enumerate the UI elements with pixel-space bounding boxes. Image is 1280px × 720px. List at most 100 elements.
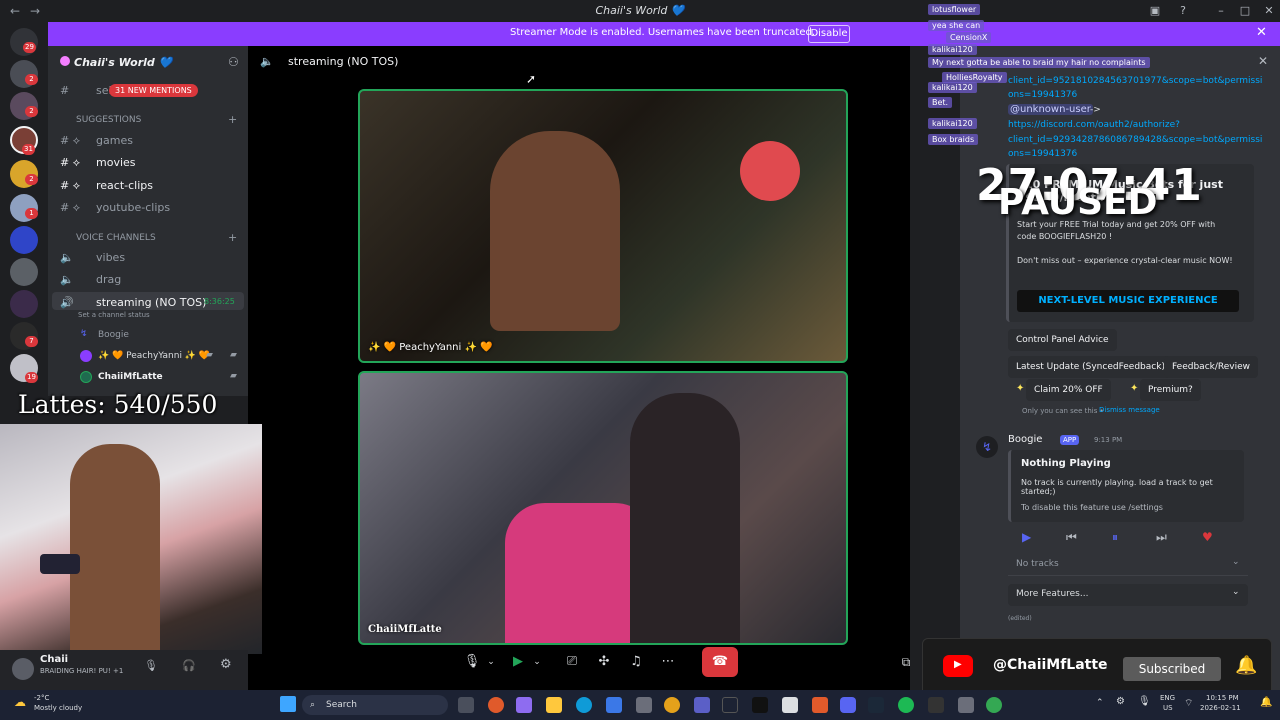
chrome-icon[interactable] (986, 697, 1002, 713)
app-icon[interactable] (928, 697, 944, 713)
app-icon[interactable] (606, 697, 622, 713)
video-tile-peachyyanni[interactable]: ✨ 🧡 PeachyYanni ✨ 🧡 (358, 89, 848, 363)
chevron-down-icon[interactable]: ⌄ (484, 650, 498, 674)
windows-start-icon[interactable] (280, 696, 296, 712)
app-icon[interactable] (516, 697, 532, 713)
share-screen-icon[interactable]: ⎚ (562, 650, 582, 674)
weather-icon[interactable]: ☁ (14, 695, 26, 709)
chrome-icon[interactable] (664, 697, 680, 713)
user-avatar[interactable] (12, 658, 34, 680)
close-window-icon[interactable]: ✕ (1258, 2, 1280, 20)
task-view-icon[interactable] (458, 697, 474, 713)
channel-youtube-clips[interactable]: youtube-clips (96, 201, 170, 214)
activities-icon[interactable]: ✣ (594, 650, 614, 674)
channel-games[interactable]: games (96, 134, 133, 147)
notification-bell-icon[interactable]: 🔔 (1260, 697, 1272, 708)
previous-icon[interactable]: ⏮ (1066, 530, 1077, 545)
taskbar-date: 2026-02-11 (1200, 704, 1241, 712)
now-playing-body: No track is currently playing. load a tr… (1021, 478, 1213, 496)
forward-arrow-icon[interactable]: → (30, 4, 40, 18)
youtube-logo-icon: ▶ (943, 655, 973, 677)
add-channel-icon[interactable]: + (228, 231, 237, 244)
capcut-icon[interactable] (722, 697, 738, 713)
dismiss-message-link[interactable]: Dismiss message (1099, 406, 1160, 414)
voice-vibes[interactable]: vibes (96, 251, 125, 264)
track-select[interactable]: No tracks ⌄ (1008, 554, 1248, 576)
tray-mic-icon[interactable]: 🎙 (1138, 696, 1151, 707)
oauth-link[interactable]: ons=19941376 (1008, 149, 1077, 159)
wifi-icon[interactable]: ⌔ (1184, 697, 1193, 710)
voice-streaming[interactable]: streaming (NO TOS) (96, 296, 206, 309)
taskbar-time[interactable]: 10:15 PM (1206, 694, 1239, 702)
member-peachyyanni[interactable]: ✨ 🧡 PeachyYanni ✨ 🧡 (98, 351, 210, 361)
more-options-icon[interactable]: ⋯ (658, 650, 678, 674)
popout-icon[interactable]: ⧉ (896, 650, 916, 674)
chat-line: lotusflower (928, 4, 981, 15)
tray-chevron-icon[interactable]: ⌃ (1096, 698, 1104, 708)
search-label: Search (326, 700, 357, 710)
claim-discount-button[interactable]: Claim 20% OFF (1026, 379, 1111, 401)
server-icon[interactable] (10, 226, 38, 254)
server-icon[interactable] (10, 290, 38, 318)
close-panel-icon[interactable]: ✕ (1258, 54, 1268, 68)
microphone-icon[interactable]: 🎙 (462, 650, 482, 674)
bot-name[interactable]: Boogie (1008, 434, 1042, 445)
language-code[interactable]: ENG (1160, 694, 1175, 702)
stream-chat-overlay: lotusflower yea she can CensionX kalikai… (926, 4, 1166, 145)
help-icon[interactable]: ? (1172, 2, 1194, 20)
new-mentions-pill[interactable]: 31 NEW MENTIONS (109, 84, 198, 97)
app-icon[interactable] (812, 697, 828, 713)
channel-movies[interactable]: movies (96, 156, 136, 169)
deafen-icon[interactable]: 🎧 (182, 659, 196, 672)
video-tile-chaiimflatte[interactable]: ChaiiMfLatte (358, 371, 848, 645)
chevron-down-icon: ⌄ (1232, 587, 1240, 597)
soundboard-icon[interactable]: ♫ (626, 650, 646, 674)
back-arrow-icon[interactable]: ← (10, 4, 20, 18)
mute-icon[interactable]: 🎙 (144, 659, 158, 672)
guild-name[interactable]: Chaii's World 💙 (74, 56, 172, 69)
voice-drag[interactable]: drag (96, 273, 121, 286)
feedback-review-button[interactable]: Feedback/Review (1164, 356, 1259, 378)
app-icon[interactable] (782, 697, 798, 713)
camera-icon[interactable]: ▶ (508, 650, 528, 674)
tray-app-icon[interactable]: ⚙ (1116, 696, 1125, 707)
pause-icon[interactable]: ⏸ (1112, 530, 1118, 545)
spotify-icon[interactable] (898, 697, 914, 713)
app-icon[interactable] (636, 697, 652, 713)
minimize-icon[interactable]: – (1210, 2, 1232, 20)
banner-close-icon[interactable]: ✕ (1256, 25, 1267, 40)
category-voice[interactable]: VOICE CHANNELS (76, 233, 156, 243)
participant-video (630, 393, 740, 643)
add-channel-icon[interactable]: + (228, 113, 237, 126)
control-panel-advice-button[interactable]: Control Panel Advice (1008, 329, 1117, 351)
channel-react-clips[interactable]: react-clips (96, 179, 153, 192)
boogie-avatar-icon[interactable]: ↯ (976, 436, 998, 458)
more-features-select[interactable]: More Features... ⌄ (1008, 584, 1248, 606)
teams-icon[interactable] (694, 697, 710, 713)
member-chaiimflatte[interactable]: ChaiiMfLatte (98, 372, 163, 382)
disable-streamer-button[interactable]: Disable (808, 25, 850, 43)
next-icon[interactable]: ⏭ (1156, 530, 1167, 545)
file-explorer-icon[interactable] (546, 697, 562, 713)
brave-icon[interactable] (488, 697, 504, 713)
category-suggestions[interactable]: SUGGESTIONS (76, 115, 141, 125)
premium-button[interactable]: Premium? (1140, 379, 1201, 401)
play-icon[interactable]: ▶ (1022, 530, 1031, 544)
tiktok-icon[interactable] (752, 697, 768, 713)
add-member-icon[interactable]: ⚇ (228, 55, 239, 69)
settings-gear-icon[interactable]: ⚙ (220, 657, 232, 672)
taskbar-search[interactable]: ⌕ Search (302, 695, 448, 715)
disconnect-button[interactable]: ☎ (702, 647, 738, 677)
server-icon[interactable] (10, 258, 38, 286)
chevron-down-icon[interactable]: ⌄ (530, 650, 544, 674)
channel-status-prompt[interactable]: Set a channel status (78, 311, 150, 319)
member-boogie[interactable]: Boogie (98, 330, 129, 340)
edge-icon[interactable] (576, 697, 592, 713)
discord-icon[interactable] (840, 697, 856, 713)
subscribed-button[interactable]: Subscribed (1123, 657, 1221, 681)
latest-update-button[interactable]: Latest Update (SyncedFeedback) (1008, 356, 1173, 378)
maximize-icon[interactable]: □ (1234, 2, 1256, 20)
steam-icon[interactable] (868, 697, 884, 713)
app-icon[interactable] (958, 697, 974, 713)
heart-icon[interactable]: ♥ (1202, 530, 1213, 544)
